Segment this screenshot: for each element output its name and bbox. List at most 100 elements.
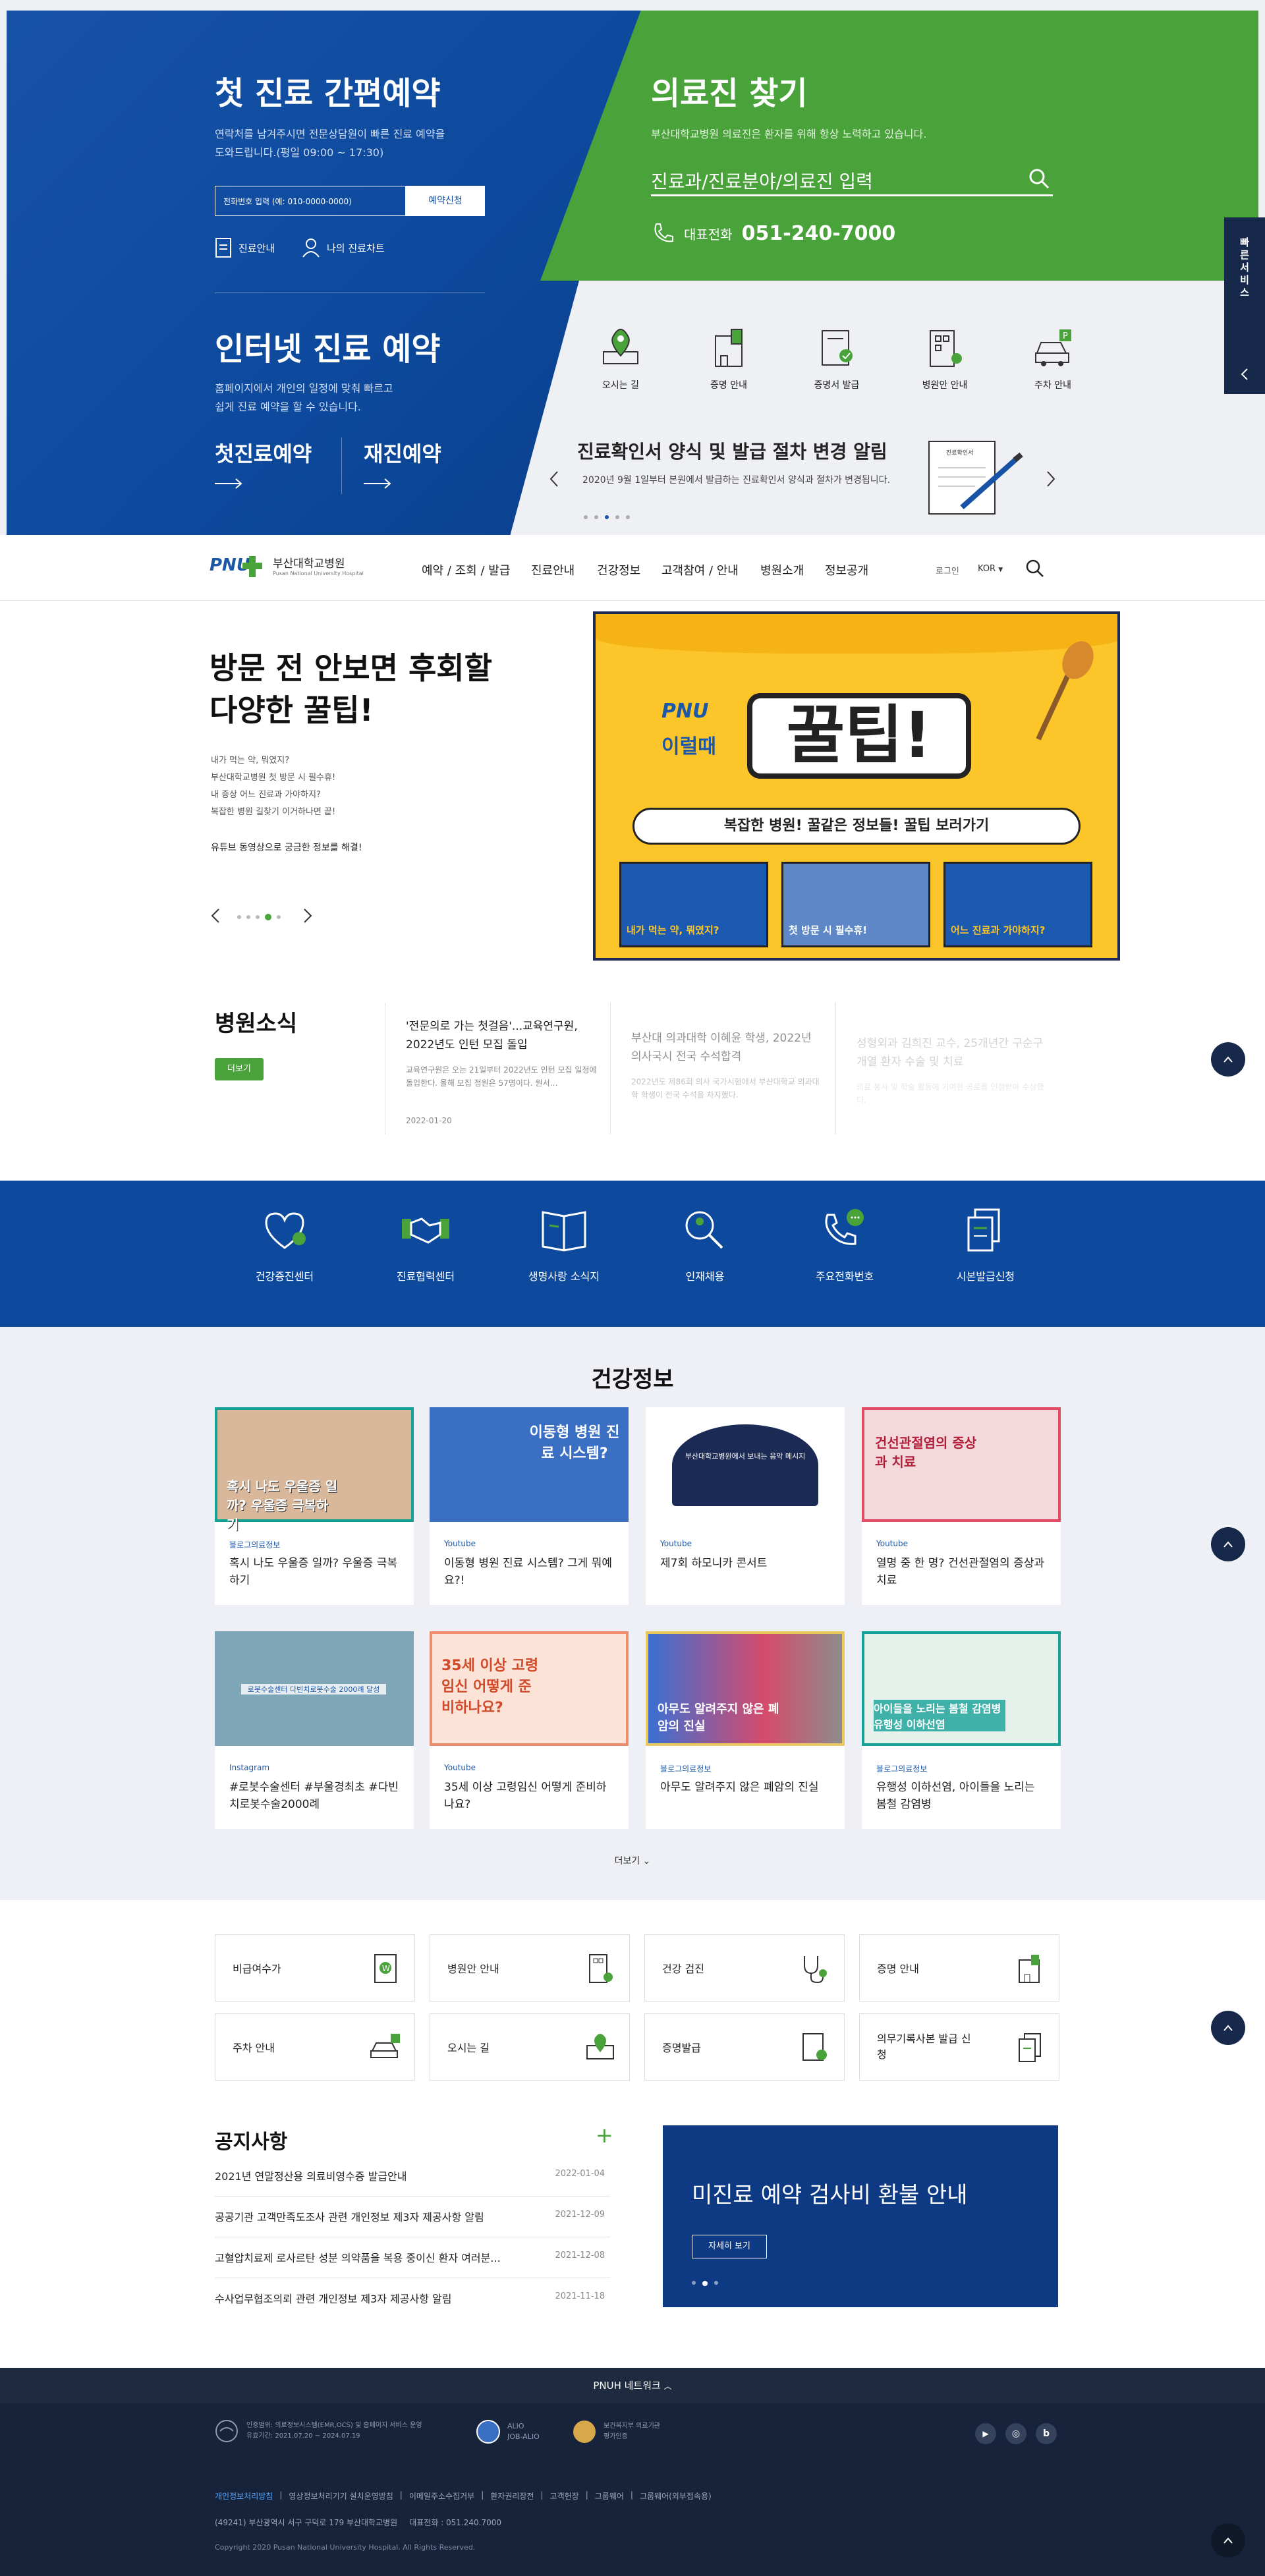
refund-detail-button[interactable]: 자세히 보기 [692,2235,767,2258]
health-card[interactable]: 이동형 병원 진료 시스템? Youtube 이동형 병원 진료 시스템? 그게… [430,1407,629,1605]
notice-row[interactable]: 2021년 연말정산용 의료비영수증 발급안내 2022-01-04 [215,2156,610,2197]
instagram-icon[interactable]: ◎ [1005,2423,1026,2444]
notice-row[interactable]: 공공기관 고객만족도조사 관련 개인정보 제3자 제공사항 알림 2021-12-… [215,2197,610,2237]
quick-service-tab[interactable]: 빠른서비스 [1224,217,1265,394]
slider-dot[interactable] [277,915,281,919]
notice-row[interactable]: 고혈압치료제 로사르탄 성분 의약품을 복용 중이신 환자 여러분... 2021… [215,2237,610,2278]
news-more-button[interactable]: 더보기 [215,1058,264,1080]
first-reserve-link[interactable]: 첫진료예약 [215,437,312,493]
slider-dot-active[interactable] [702,2281,708,2286]
footer-link[interactable]: 고객헌장 [550,2490,579,2502]
slider-dot-active[interactable] [605,515,609,519]
quick-hospital-guide[interactable]: 병원안 안내 [891,327,999,406]
health-card[interactable]: 건선관절염의 증상과 치료 Youtube 열명 중 한 명? 건선관절염의 증… [862,1407,1061,1605]
service-location[interactable]: 오시는 길 [430,2013,630,2081]
banner-card[interactable]: 첫 방문 시 필수휴! [781,862,930,947]
chevron-left-icon[interactable] [210,907,221,925]
health-card[interactable]: 로봇수술센터 다빈치로봇수술 2000례 달성 Instagram #로봇수술센… [215,1631,414,1829]
banner-card[interactable]: 어느 진료과 가야하지? [943,862,1092,947]
chevron-right-icon[interactable] [302,907,314,925]
health-card[interactable]: 부산대학교병원에서 보내는 음악 메시지 Youtube 제7회 하모니카 콘서… [646,1407,845,1605]
slider-dot[interactable] [615,515,619,519]
quick-cert-issue[interactable]: 증명서 발급 [783,327,891,406]
news-item[interactable]: 부산대 의과대학 이혜윤 학생, 2022년 의사국시 전국 수석합격 2022… [631,1029,822,1102]
footer-link-privacy[interactable]: 개인정보처리방침 [215,2490,273,2502]
nav-disclosure[interactable]: 정보공개 [825,561,868,578]
footer-cert-alio[interactable]: ALIO JOB-ALIO [476,2419,540,2444]
chevron-left-icon[interactable] [1239,368,1250,381]
slider-dot[interactable] [237,915,241,919]
service-cert-guide[interactable]: 증명 안내 [859,1934,1059,2002]
quick-parking[interactable]: P 주차 안내 [999,327,1107,406]
tips-banner[interactable]: PNU 이럴때 꿀팁! 복잡한 병원! 꿀같은 정보들! 꿀팁 보러가기 내가 … [593,611,1120,961]
slider-dot[interactable] [594,515,598,519]
hero-notice-title[interactable]: 진료확인서 양식 및 발급 절차 변경 알림 [577,437,887,464]
slider-dot[interactable] [584,515,588,519]
service-cert-issue[interactable]: 증명발급 [644,2013,845,2081]
notice-row[interactable]: 수사업무협조의뢰 관련 개인정보 제3자 제공사항 알림 2021-11-18 [215,2278,610,2319]
my-chart-link[interactable]: 나의 진료차트 [302,237,385,258]
doctor-search-input[interactable]: 진료과/진료분야/의료진 입력 [651,162,1053,196]
scroll-top-button[interactable] [1211,2011,1245,2045]
footer-link[interactable]: 그룹웨어 [595,2490,624,2502]
menu-cooperation-center[interactable]: 진료협력센터 [366,1206,485,1283]
reserve-button[interactable]: 예약신청 [406,186,485,216]
network-bar[interactable]: PNUH 네트워크 ︿ [0,2368,1265,2403]
health-card[interactable]: 아이들을 노리는 봄철 감염병 유행성 이하선염 블로그의료정보 유행성 이하선… [862,1631,1061,1829]
notice-more-plus[interactable]: + [596,2123,613,2148]
footer-link[interactable]: 그룹웨어(외부접속용) [640,2490,712,2502]
guide-link[interactable]: 진료안내 [215,237,275,258]
phone-number: 051-240-7000 [741,221,896,245]
nav-reservation[interactable]: 예약 / 조회 / 발급 [422,561,510,578]
menu-phone-numbers[interactable]: 주요전화번호 [785,1206,904,1283]
car-icon [370,2034,400,2058]
health-card[interactable]: 아무도 알려주지 않은 폐암의 진실 블로그의료정보 아무도 알려주지 않은 폐… [646,1631,845,1829]
phone-input[interactable]: 전화번호 입력 (예: 010-0000-0000) [215,186,406,216]
nav-about[interactable]: 병원소개 [760,561,804,578]
re-reserve-link[interactable]: 재진예약 [364,437,441,493]
login-link[interactable]: 로그인 [936,564,959,576]
nav-customer[interactable]: 고객참여 / 안내 [661,561,739,578]
news-item[interactable]: 성형외과 김희진 교수, 25개년간 구순구개열 환자 수술 및 치료 의료 봉… [857,1034,1048,1107]
service-medical-record[interactable]: 의무기록사본 발급 신청 [859,2013,1059,2081]
chevron-left-icon[interactable] [548,469,561,489]
site-logo[interactable]: PNU 부산대학교병원 Pusan National University Ho… [210,551,364,580]
service-health-checkup[interactable]: 건강 검진 [644,1934,845,2002]
slider-dot[interactable] [714,2281,718,2285]
slider-dot[interactable] [256,915,260,919]
slider-dot[interactable] [626,515,630,519]
footer-link[interactable]: 이메일주소수집거부 [409,2490,474,2502]
search-icon[interactable] [1028,167,1050,190]
scroll-top-button[interactable] [1211,1527,1245,1561]
service-nonpay-fee[interactable]: 비급여수가 W [215,1934,415,2002]
blog-icon[interactable]: b [1036,2423,1057,2444]
language-select[interactable]: KOR ▼ [978,564,1003,574]
slider-dot[interactable] [692,2281,696,2285]
scroll-top-button[interactable] [1211,2523,1245,2558]
menu-document-request[interactable]: 시본발급신청 [926,1206,1045,1283]
youtube-icon[interactable]: ▶ [975,2423,996,2444]
slider-dot[interactable] [246,915,250,919]
health-more-button[interactable]: 더보기 ⌄ [0,1854,1265,1867]
first-visit-desc-line2: 도와드립니다.(평일 09:00 ~ 17:30) [215,146,384,159]
menu-health-center[interactable]: 건강증진센터 [225,1206,344,1283]
search-icon[interactable] [1025,559,1045,578]
quick-location[interactable]: 오시는 길 [567,327,675,406]
news-item[interactable]: '전문의로 가는 첫걸음'...교육연구원, 2022년도 인턴 모집 돌입 교… [406,1017,597,1125]
footer-link[interactable]: 환자권리장전 [490,2490,534,2502]
nav-clinic-guide[interactable]: 진료안내 [531,561,575,578]
refund-banner[interactable]: 미진료 예약 검사비 환불 안내 자세히 보기 [663,2125,1058,2307]
footer-link[interactable]: 영상정보처리기기 설치운영방침 [289,2490,393,2502]
quick-cert-guide[interactable]: 증명 안내 [675,327,783,406]
menu-newsletter[interactable]: 생명사랑 소식지 [505,1206,623,1283]
chevron-right-icon[interactable] [1044,469,1057,489]
nav-health-info[interactable]: 건강정보 [597,561,640,578]
scroll-top-button[interactable] [1211,1042,1245,1077]
service-parking[interactable]: 주차 안내 [215,2013,415,2081]
health-card[interactable]: 혹시 나도 우울증 일까? 우울증 극복하기 블로그의료정보 혹시 나도 우울증… [215,1407,414,1605]
menu-recruit[interactable]: 인재채용 [646,1206,764,1283]
slider-dot-active[interactable] [265,914,271,920]
service-hospital-guide[interactable]: 병원안 안내 [430,1934,630,2002]
health-card[interactable]: 35세 이상 고령임신 어떻게 준비하나요? Youtube 35세 이상 고령… [430,1631,629,1829]
banner-card[interactable]: 내가 먹는 약, 뭐였지? [619,862,768,947]
